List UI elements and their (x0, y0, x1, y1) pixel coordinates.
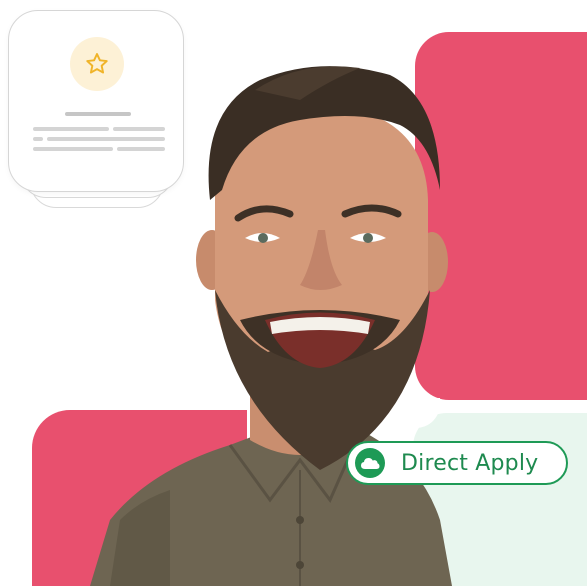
card-text-line (47, 137, 165, 141)
card-text-line (113, 127, 165, 131)
cloud-icon (355, 448, 385, 478)
direct-apply-label: Direct Apply (401, 450, 539, 476)
direct-apply-badge: Direct Apply (346, 441, 568, 485)
star-badge (70, 37, 124, 91)
card-title-line (65, 112, 131, 116)
card-text-line (33, 137, 43, 141)
star-icon (86, 53, 108, 74)
hero-illustration: Direct Apply (0, 0, 587, 586)
card-text-line (33, 127, 109, 131)
review-card (8, 10, 184, 192)
card-text-line (117, 147, 165, 151)
review-card-stack (8, 10, 186, 210)
card-text-line (33, 147, 113, 151)
